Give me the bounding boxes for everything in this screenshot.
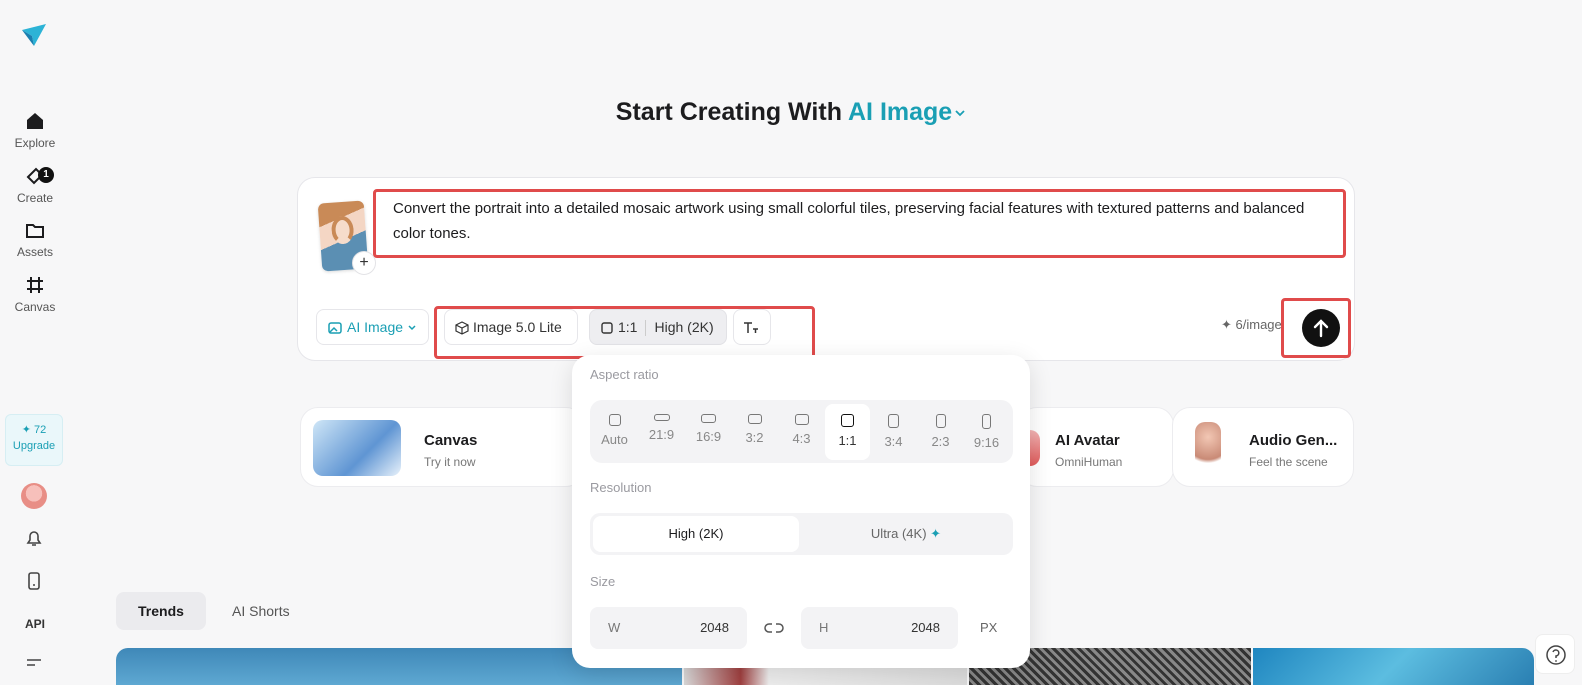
chevron-down-icon — [408, 325, 416, 331]
ratio-option-label: 4:3 — [792, 431, 811, 446]
ratio-option-3-2[interactable]: 3:2 — [732, 404, 777, 460]
title-prefix: Start Creating With — [615, 98, 842, 126]
aspect-ratio-options: Auto 21:9 16:9 3:2 4:3 1:1 3:4 2:3 9:16 — [590, 400, 1013, 463]
user-avatar[interactable] — [21, 483, 47, 509]
menu-icon[interactable] — [23, 652, 45, 674]
card-subtitle: Try it now — [424, 455, 476, 469]
width-key: W — [608, 620, 621, 635]
ratio-shape-icon — [653, 414, 670, 421]
link-icon[interactable] — [764, 619, 784, 637]
ratio-option-1-1[interactable]: 1:1 — [825, 404, 870, 460]
card-title: Audio Gen... — [1249, 432, 1338, 449]
ratio-option-auto[interactable]: Auto — [592, 404, 637, 460]
highlight-box — [1281, 298, 1351, 358]
ratio-settings-popover: Aspect ratio Auto 21:9 16:9 3:2 4:3 1:1 … — [572, 355, 1030, 668]
tab-ai-shorts[interactable]: AI Shorts — [210, 592, 312, 630]
ratio-option-label: 21:9 — [648, 427, 675, 442]
help-button[interactable] — [1535, 634, 1575, 674]
audio-card-image — [1195, 422, 1221, 472]
help-icon — [1546, 645, 1566, 665]
card-subtitle: Feel the scene — [1249, 455, 1328, 469]
canvas-card-image — [313, 420, 401, 476]
ratio-option-2-3[interactable]: 2:3 — [918, 404, 963, 460]
feature-card-audio-gen[interactable]: Audio Gen... Feel the scene — [1172, 407, 1354, 487]
ratio-option-label: 2:3 — [931, 434, 950, 449]
mode-selector-label: AI Image — [848, 98, 953, 126]
prompt-input[interactable]: Convert the portrait into a detailed mos… — [373, 189, 1346, 258]
credit-count: ✦ 72 — [21, 424, 47, 436]
width-value: 2048 — [700, 620, 729, 635]
ratio-shape-icon — [982, 414, 991, 429]
height-value: 2048 — [911, 620, 940, 635]
folder-icon — [26, 224, 44, 238]
height-key: H — [819, 620, 829, 635]
ratio-shape-icon — [701, 414, 716, 423]
ratio-option-label: 16:9 — [695, 429, 722, 444]
feature-card-canvas[interactable]: Canvas Try it now — [300, 407, 584, 487]
ratio-option-9-16[interactable]: 9:16 — [964, 404, 1009, 460]
gallery-image[interactable] — [1253, 648, 1534, 685]
chevron-down-icon — [955, 110, 965, 117]
sparkle-icon: ✦ — [930, 526, 942, 541]
size-label: Size — [590, 574, 616, 589]
canvas-icon — [27, 277, 43, 293]
ratio-option-21-9[interactable]: 21:9 — [639, 404, 684, 460]
sidebar-item-label: Canvas — [14, 300, 56, 314]
tab-trends[interactable]: Trends — [116, 592, 206, 630]
mode-dropdown[interactable]: AI Image — [316, 309, 429, 345]
logo-icon[interactable] — [20, 20, 48, 48]
ratio-option-16-9[interactable]: 16:9 — [686, 404, 731, 460]
sidebar-item-label: Explore — [14, 136, 56, 150]
bell-icon[interactable] — [23, 527, 45, 549]
sidebar-item-label: Create — [16, 191, 54, 205]
sidebar-item-label: Assets — [16, 245, 53, 259]
highlight-box — [434, 306, 815, 359]
card-subtitle: OmniHuman — [1055, 455, 1123, 469]
resolution-option-ultra[interactable]: Ultra (4K) ✦ — [802, 516, 1010, 552]
ratio-option-3-4[interactable]: 3:4 — [871, 404, 916, 460]
ratio-option-label: 9:16 — [973, 435, 1000, 450]
api-link[interactable]: API — [0, 617, 70, 631]
upgrade-label: Upgrade — [12, 440, 56, 452]
ratio-shape-icon — [888, 414, 899, 428]
sidebar-item-create[interactable]: 1 Create — [0, 165, 70, 205]
ratio-shape-icon — [747, 414, 762, 424]
feature-card-ai-avatar[interactable]: AI Avatar OmniHuman — [1019, 407, 1174, 487]
height-field[interactable]: H 2048 — [801, 607, 958, 649]
ratio-option-label: Auto — [601, 432, 628, 447]
upgrade-button[interactable]: ✦ 72 Upgrade — [5, 414, 63, 466]
mode-selector[interactable]: AI Image — [848, 98, 966, 126]
ratio-option-4-3[interactable]: 4:3 — [779, 404, 824, 460]
mode-dropdown-label: AI Image — [347, 319, 404, 335]
card-title: Canvas — [424, 432, 478, 449]
ratio-shape-icon — [841, 414, 854, 427]
cost-per-image: ✦ 6/image — [1221, 317, 1282, 332]
image-icon — [328, 322, 342, 335]
sidebar-item-canvas[interactable]: Canvas — [0, 274, 70, 314]
resolution-label: Resolution — [590, 480, 652, 495]
card-title: AI Avatar — [1055, 432, 1120, 449]
mobile-icon[interactable] — [23, 570, 45, 592]
unit-label: PX — [980, 620, 998, 635]
sidebar-item-assets[interactable]: Assets — [0, 219, 70, 259]
ratio-option-label: 3:4 — [884, 434, 903, 449]
auto-ratio-icon — [608, 414, 621, 426]
ratio-shape-icon — [935, 414, 946, 428]
aspect-ratio-label: Aspect ratio — [590, 367, 659, 382]
notification-badge: 1 — [38, 167, 54, 183]
width-field[interactable]: W 2048 — [590, 607, 747, 649]
resolution-option-label: Ultra (4K) — [870, 526, 927, 541]
ratio-shape-icon — [794, 414, 809, 425]
resolution-options: High (2K) Ultra (4K) ✦ — [590, 513, 1013, 555]
resolution-option-high[interactable]: High (2K) — [593, 516, 799, 552]
ratio-option-label: 1:1 — [838, 433, 857, 448]
ratio-option-label: 3:2 — [745, 430, 764, 445]
page-title: Start Creating With AI Image — [0, 98, 1582, 127]
